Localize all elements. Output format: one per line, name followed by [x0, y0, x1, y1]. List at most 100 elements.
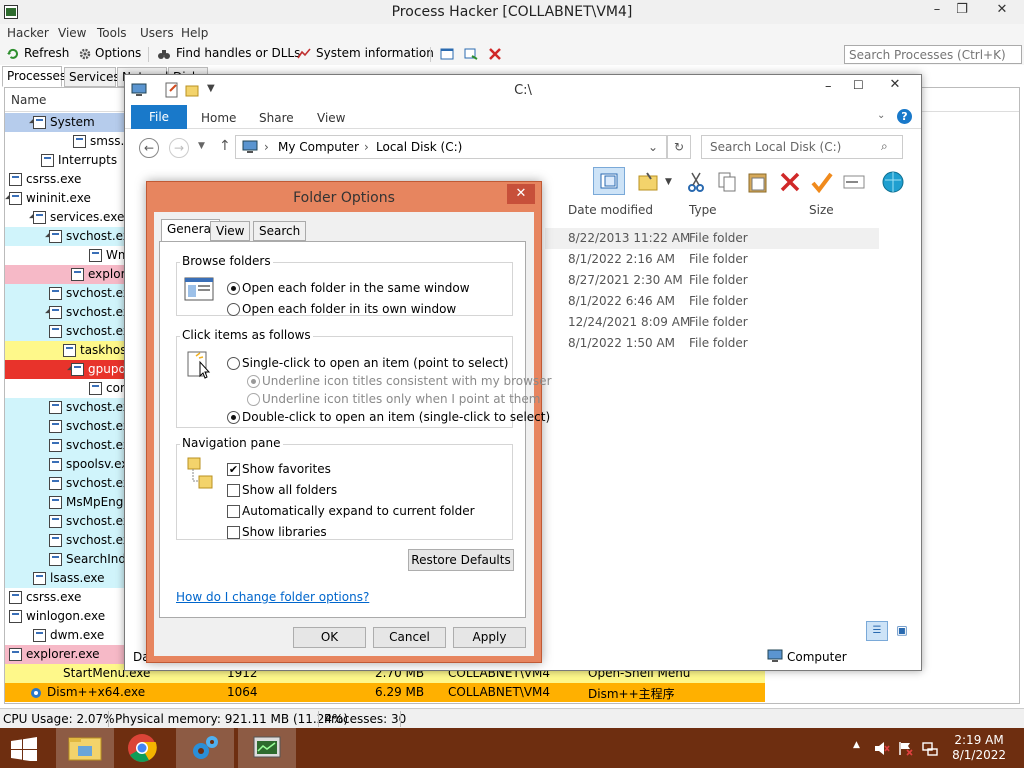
process-row[interactable]: ◢wininit.exe — [5, 189, 125, 208]
tab-view[interactable]: View — [210, 221, 251, 241]
delete-icon[interactable] — [779, 171, 801, 193]
column-name[interactable]: Name — [11, 93, 46, 107]
tab-view[interactable]: View — [317, 111, 345, 125]
process-row[interactable]: ◢svchost.exe — [5, 303, 125, 322]
checkmark-icon[interactable] — [811, 171, 833, 193]
window-icon[interactable] — [440, 47, 454, 61]
chevron-down-icon[interactable]: ⌄ — [877, 110, 885, 121]
process-row[interactable]: Interrupts — [5, 151, 125, 170]
process-row[interactable]: spoolsv.exe — [5, 455, 125, 474]
single-click-label[interactable]: Single-click to open an item (point to s… — [242, 356, 508, 370]
help-link[interactable]: How do I change folder options? — [176, 590, 369, 604]
auto-expand-label[interactable]: Automatically expand to current folder — [242, 504, 475, 518]
double-click-label[interactable]: Double-click to open an item (single-cli… — [242, 410, 550, 424]
paste-icon[interactable] — [747, 170, 769, 194]
table-row[interactable]: Dism++x64.exe 1064 6.29 MB COLLABNET\VM4… — [5, 683, 765, 702]
search-processes-input[interactable] — [844, 45, 1022, 64]
refresh-button[interactable]: Refresh — [24, 46, 69, 60]
apply-button[interactable]: Apply — [453, 627, 526, 648]
show-hidden-icons[interactable]: ▲ — [853, 740, 860, 750]
tab-processes[interactable]: Processes — [2, 66, 66, 87]
process-row[interactable]: ◢System — [5, 113, 125, 132]
restore-defaults-button[interactable]: Restore Defaults — [408, 549, 514, 571]
process-row[interactable]: svchost.exe — [5, 531, 125, 550]
process-row[interactable]: explorer.exe — [5, 645, 125, 664]
dialog-close-button[interactable]: ✕ — [507, 184, 535, 204]
process-row[interactable]: svchost.exe — [5, 474, 125, 493]
file-row[interactable]: 8/22/2013 11:22 AM File folder — [545, 228, 879, 249]
preview-pane-button[interactable] — [593, 167, 625, 195]
taskbar-file-explorer[interactable] — [56, 728, 114, 768]
process-row[interactable]: smss.exe — [5, 132, 125, 151]
minimize-button[interactable]: – — [925, 2, 949, 20]
back-button[interactable]: ← — [139, 138, 159, 158]
process-row[interactable]: explorer.exe — [5, 265, 125, 284]
taskbar-dism[interactable] — [176, 728, 234, 768]
column-date-modified[interactable]: Date modified — [568, 203, 653, 217]
find-handles-button[interactable]: Find handles or DLLs — [176, 46, 300, 60]
forward-button[interactable]: → — [169, 138, 189, 158]
address-bar[interactable]: › My Computer › Local Disk (C:) ⌄ — [235, 135, 667, 159]
tab-search[interactable]: Search — [253, 221, 307, 241]
rename-icon[interactable] — [843, 173, 865, 191]
file-row[interactable]: 12/24/2021 8:09 AM File folder — [545, 312, 879, 333]
process-row[interactable]: MsMpEng.exe — [5, 493, 125, 512]
breadcrumb-local-disk[interactable]: Local Disk (C:) — [376, 140, 462, 154]
tab-home[interactable]: Home — [201, 111, 236, 125]
process-row[interactable]: csrss.exe — [5, 588, 125, 607]
cancel-button[interactable]: Cancel — [373, 627, 446, 648]
process-row[interactable]: svchost.exe — [5, 512, 125, 531]
menu-help[interactable]: Help — [181, 26, 208, 40]
copy-icon[interactable] — [717, 171, 737, 193]
file-row[interactable]: 8/1/2022 6:46 AM File folder — [545, 291, 879, 312]
process-row[interactable]: csrss.exe — [5, 170, 125, 189]
volume-muted-icon[interactable] — [874, 741, 890, 756]
taskbar-chrome[interactable] — [114, 728, 172, 768]
options-button[interactable]: Options — [95, 46, 141, 60]
tab-file[interactable]: File — [131, 105, 187, 129]
network-icon[interactable] — [922, 741, 938, 756]
refresh-icon[interactable]: ↻ — [667, 135, 691, 159]
radio-underline-consistent[interactable] — [247, 375, 260, 388]
radio-underline-point[interactable] — [247, 393, 260, 406]
process-row[interactable]: dwm.exe — [5, 626, 125, 645]
details-view-button[interactable]: ☰ — [866, 621, 888, 641]
action-center-icon[interactable] — [898, 741, 914, 756]
column-size[interactable]: Size — [809, 203, 834, 217]
file-row[interactable]: 8/1/2022 1:50 AM File folder — [545, 333, 879, 354]
ok-button[interactable]: OK — [293, 627, 366, 648]
process-row[interactable]: svchost.exe — [5, 398, 125, 417]
checkbox-show-libraries[interactable] — [227, 526, 240, 539]
same-window-label[interactable]: Open each folder in the same window — [242, 281, 470, 295]
tab-services[interactable]: Services — [64, 67, 120, 87]
menu-view[interactable]: View — [58, 26, 86, 40]
taskbar-process-hacker[interactable] — [238, 728, 296, 768]
maximize-button[interactable]: ❐ — [950, 2, 974, 20]
system-information-button[interactable]: System information — [316, 46, 434, 60]
up-button[interactable]: ↑ — [219, 138, 231, 154]
process-row[interactable]: ◢svchost.exe — [5, 227, 125, 246]
maximize-button[interactable]: ☐ — [853, 78, 864, 92]
chevron-down-icon[interactable]: ▼ — [665, 177, 672, 187]
radio-double-click[interactable] — [227, 411, 240, 424]
cut-icon[interactable] — [687, 171, 705, 193]
radio-own-window[interactable] — [227, 303, 240, 316]
show-all-folders-label[interactable]: Show all folders — [242, 483, 337, 497]
checkbox-show-all-folders[interactable] — [227, 484, 240, 497]
process-row[interactable]: winlogon.exe — [5, 607, 125, 626]
recent-locations-icon[interactable]: ▼ — [198, 141, 205, 151]
file-row[interactable]: 8/1/2022 2:16 AM File folder — [545, 249, 879, 270]
find-window-icon[interactable] — [464, 47, 478, 61]
radio-same-window[interactable] — [227, 282, 240, 295]
process-row[interactable]: WmiPrvSE.exe — [5, 246, 125, 265]
file-row[interactable]: 8/27/2021 2:30 AM File folder — [545, 270, 879, 291]
process-row[interactable]: conhost.exe — [5, 379, 125, 398]
close-button[interactable]: ✕ — [990, 2, 1014, 20]
process-row[interactable]: svchost.exe — [5, 436, 125, 455]
tab-share[interactable]: Share — [259, 111, 294, 125]
large-icons-view-button[interactable]: ▣ — [891, 621, 913, 641]
close-button[interactable]: ✕ — [875, 75, 915, 95]
breadcrumb-my-computer[interactable]: My Computer — [278, 140, 359, 154]
process-row[interactable]: taskhost.exe — [5, 341, 125, 360]
checkbox-show-favorites[interactable]: ✔ — [227, 463, 240, 476]
